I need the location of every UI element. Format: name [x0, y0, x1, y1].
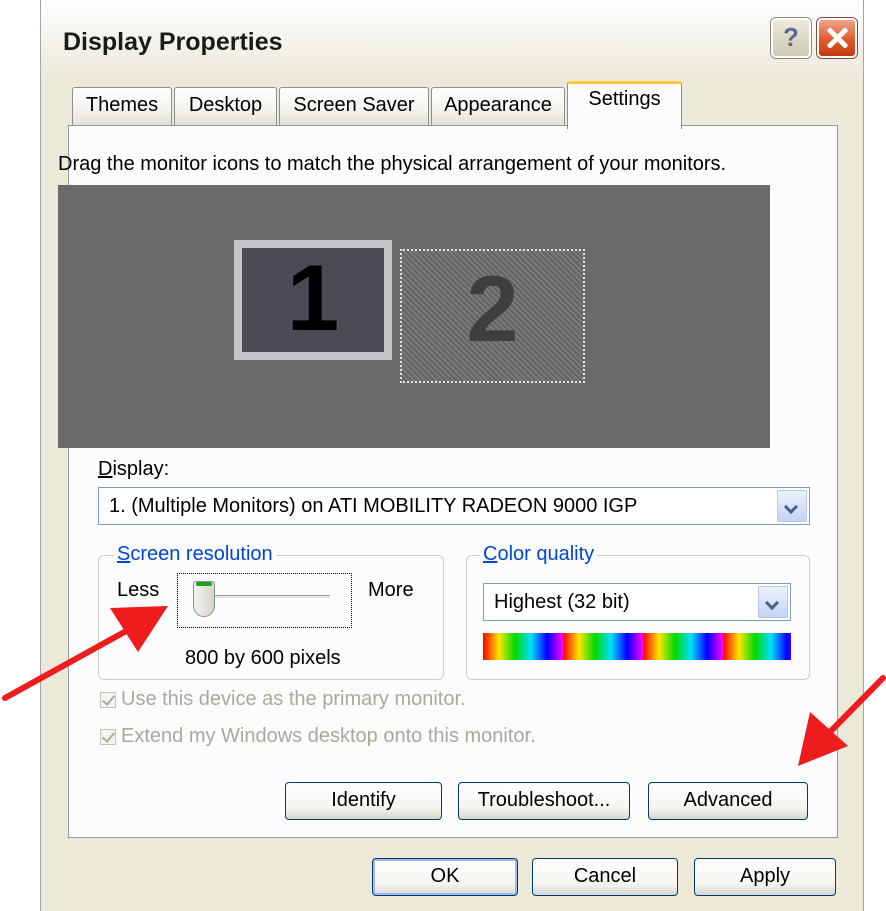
monitor-arrangement-area[interactable]: 1 2 [58, 185, 770, 448]
monitor-1-number: 1 [286, 245, 340, 350]
chevron-down-icon[interactable] [777, 490, 807, 522]
instruction-text: Drag the monitor icons to match the phys… [58, 153, 727, 175]
tab-screen-saver[interactable]: Screen Saver [279, 87, 429, 125]
color-quality-value: Highest (32 bit) [494, 591, 630, 613]
slider-thumb[interactable] [193, 581, 215, 617]
troubleshoot-button[interactable]: Troubleshoot... [458, 782, 630, 820]
apply-button[interactable]: Apply [694, 858, 836, 896]
chevron-down-icon[interactable] [758, 586, 788, 618]
color-spectrum-bar [483, 633, 791, 660]
slider-more-label: More [368, 579, 414, 601]
monitor-1-icon[interactable]: 1 [234, 240, 392, 360]
extend-desktop-label: Extend my Windows desktop onto this moni… [121, 725, 536, 747]
window-title: Display Properties [63, 28, 283, 56]
tab-desktop[interactable]: Desktop [174, 87, 277, 125]
screen-resolution-legend: Screen resolution [114, 543, 276, 566]
resolution-value: 800 by 600 pixels [185, 647, 341, 669]
annotation-arrow-right-icon [798, 675, 886, 766]
display-label: Display: [98, 458, 170, 480]
tab-themes[interactable]: Themes [72, 87, 172, 125]
extend-desktop-checkbox[interactable] [100, 729, 116, 745]
title-bar[interactable]: Display Properties ? [41, 0, 863, 82]
color-quality-select[interactable]: Highest (32 bit) [483, 583, 791, 621]
monitor-2-number: 2 [466, 256, 519, 361]
resolution-slider[interactable] [177, 573, 352, 628]
annotation-arrow-left-icon [2, 606, 168, 701]
color-quality-legend: Color quality [480, 543, 598, 566]
close-icon[interactable] [817, 18, 857, 58]
ok-button[interactable]: OK [372, 858, 518, 896]
slider-track [200, 595, 330, 599]
help-button[interactable]: ? [771, 18, 811, 58]
cancel-button[interactable]: Cancel [532, 858, 678, 896]
monitor-2-icon[interactable]: 2 [400, 249, 585, 383]
display-select-value: 1. (Multiple Monitors) on ATI MOBILITY R… [109, 495, 638, 517]
identify-button[interactable]: Identify [285, 782, 442, 820]
tab-appearance[interactable]: Appearance [431, 87, 565, 125]
tab-settings[interactable]: Settings [567, 81, 682, 129]
display-select[interactable]: 1. (Multiple Monitors) on ATI MOBILITY R… [98, 487, 810, 525]
advanced-button[interactable]: Advanced [648, 782, 808, 820]
